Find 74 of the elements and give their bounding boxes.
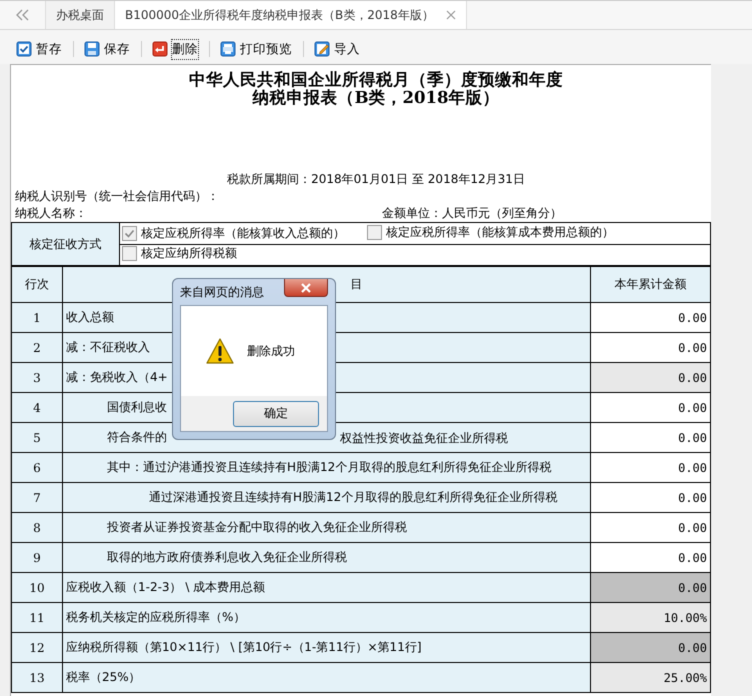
table-cell: 13 xyxy=(12,662,62,692)
amount-field[interactable]: 0.00 xyxy=(590,482,710,512)
tab[interactable]: B100000企业所得税年度纳税申报表（B类，2018年版） xyxy=(115,1,467,29)
amount-field: 0.00 xyxy=(590,632,710,662)
close-button[interactable] xyxy=(284,279,328,297)
tab[interactable]: 办税桌面 xyxy=(46,1,115,29)
amount-unit: 金额单位：人民币元（列至角分） xyxy=(382,205,562,222)
amount-field: 0.00 xyxy=(590,572,710,602)
table-cell: 取得的地方政府债券利息收入免征企业所得税 xyxy=(107,550,347,564)
checkbox-label: 核定应税所得率（能核算成本费用总额的） xyxy=(386,224,614,241)
taxpayer-id-label: 纳税人识别号（统一社会信用代码）： xyxy=(14,188,220,205)
table-cell: 符合条件的 xyxy=(107,430,167,444)
table-cell: 应纳税所得额（第10×11行） \ [第10行÷（1-第11行）×第11行] xyxy=(66,640,422,654)
table-cell: 收入总额 xyxy=(66,310,114,324)
toolbar-button[interactable]: 导入 xyxy=(312,36,363,62)
toolbar-button[interactable]: 删除 xyxy=(150,36,201,62)
table-cell: 税率（25%） xyxy=(66,670,141,684)
checkbox[interactable] xyxy=(122,226,137,241)
amount-field[interactable]: 0.00 xyxy=(590,422,710,452)
table-cell: 核定征收方式 xyxy=(12,222,120,266)
amount-field[interactable]: 0.00 xyxy=(590,302,710,332)
table-cell: 应税收入额（1-2-3） \ 成本费用总额 xyxy=(66,580,266,594)
table-cell: 1 xyxy=(12,302,62,332)
column-header: 行次 xyxy=(12,266,62,302)
table-cell: 国债利息收 xyxy=(107,400,167,414)
table-cell: 10 xyxy=(12,572,62,602)
checkbox-icon xyxy=(16,41,32,57)
toolbar-button[interactable]: 保存 xyxy=(82,36,133,62)
toolbar-button[interactable]: 打印预览 xyxy=(218,36,295,62)
table-cell: 5 xyxy=(12,422,62,452)
table-cell: 通过深港通投资且连续持有H股满12个月取得的股息红利所得免征企业所得税 xyxy=(149,490,558,504)
close-icon[interactable] xyxy=(446,10,456,20)
table-cell: 7 xyxy=(12,482,62,512)
close-icon xyxy=(300,282,312,292)
column-header: 本年累计金额 xyxy=(590,266,710,302)
table-cell: 2 xyxy=(12,332,62,362)
checkbox[interactable] xyxy=(367,224,382,240)
double-chevron-icon xyxy=(16,9,30,21)
table-cell: 投资者从证券投资基金分配中取得的收入免征企业所得税 xyxy=(107,520,407,534)
form-title: 中华人民共和国企业所得税月（季）度预缴和年度 xyxy=(188,71,564,89)
amount-field: 10.00% xyxy=(590,602,710,632)
table-cell: 11 xyxy=(12,602,62,632)
table-cell: 8 xyxy=(12,512,62,542)
table-cell: 税务机关核定的应税所得率（%） xyxy=(66,610,246,624)
taxpayer-name-label: 纳税人名称： xyxy=(15,205,87,222)
form-title: 纳税申报表（B类，2018年版） xyxy=(251,89,500,107)
table-cell: 权益性投资收益免征企业所得税 xyxy=(340,430,508,447)
floppy-icon xyxy=(84,41,100,57)
table-cell: 其中：通过沪港通投资且连续持有H股满12个月取得的股息红利所得免征企业所得税 xyxy=(107,460,552,474)
table-cell: 6 xyxy=(12,452,62,482)
note-pencil-icon xyxy=(314,41,330,57)
table-cell: 4 xyxy=(12,392,62,422)
amount-field[interactable]: 0.00 xyxy=(590,452,710,482)
amount-field: 0.00 xyxy=(590,362,710,392)
printer-icon xyxy=(220,41,236,57)
amount-field[interactable]: 0.00 xyxy=(590,332,710,362)
ok-button[interactable]: 确定 xyxy=(233,400,319,426)
checkbox[interactable] xyxy=(122,246,137,262)
toolbar-button[interactable]: 暂存 xyxy=(14,36,65,62)
amount-field[interactable]: 0.00 xyxy=(590,512,710,542)
warning-icon xyxy=(205,337,235,365)
tax-period: 税款所属期间：2018年01月01日 至 2018年12月31日 xyxy=(226,171,526,188)
table-cell: 减：免税收入（4+ xyxy=(66,370,168,384)
table-cell: 3 xyxy=(12,362,62,392)
amount-field: 25.00% xyxy=(590,662,710,692)
table-cell: 减：不征税收入 xyxy=(66,340,150,354)
amount-field[interactable]: 0.00 xyxy=(590,392,710,422)
checkbox-label: 核定应纳所得税额 xyxy=(141,245,237,262)
table-cell: 12 xyxy=(12,632,62,662)
dialog-message: 删除成功 xyxy=(247,342,295,360)
amount-field[interactable]: 0.00 xyxy=(590,542,710,572)
dialog-title: 来自网页的消息 xyxy=(180,284,264,300)
table-cell: 9 xyxy=(12,542,62,572)
checkbox-label: 核定应税所得率（能核算收入总额的） xyxy=(141,224,345,242)
